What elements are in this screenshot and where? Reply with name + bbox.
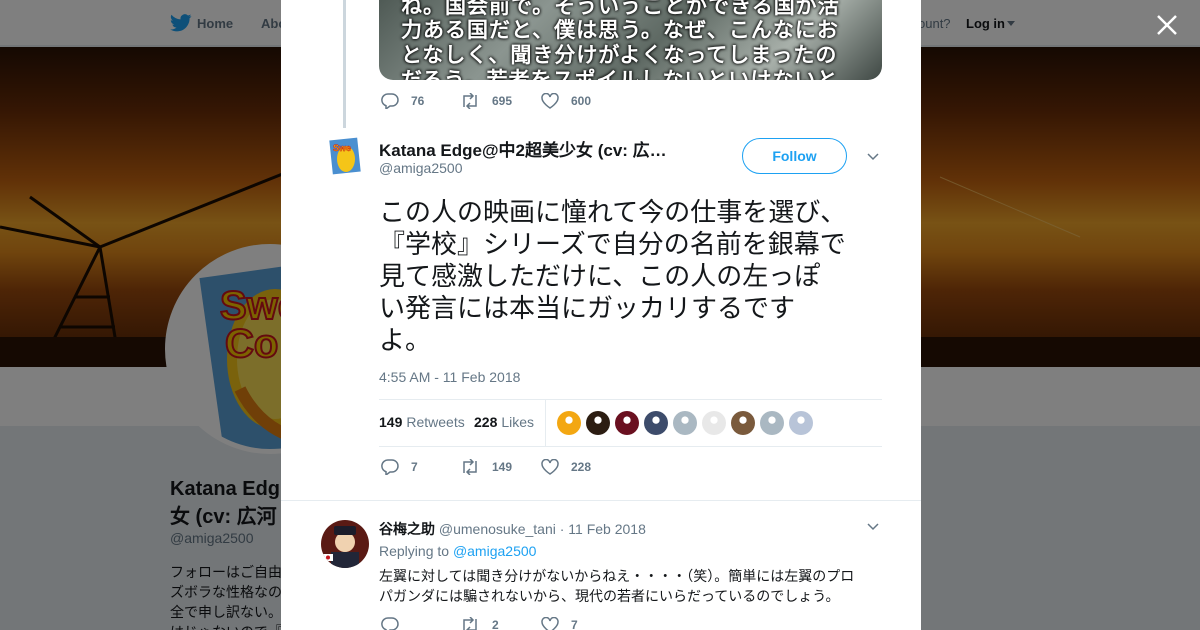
- image-caption-line: 力ある国だと、僕は思う。なぜ、こんなにお: [401, 19, 839, 42]
- tweet-text-line: この人の映画に憧れて今の仕事を選び、: [379, 197, 847, 227]
- stats-vertical-divider: [545, 400, 546, 446]
- liker-avatar[interactable]: [557, 411, 581, 435]
- author-handle[interactable]: @amiga2500: [379, 160, 463, 176]
- reply-author-name[interactable]: 谷梅之助: [379, 521, 435, 537]
- stats-divider: [379, 446, 882, 447]
- retweet-icon: [463, 459, 477, 475]
- reply-section-divider: [281, 500, 921, 501]
- image-caption-line: だろう。若者をスポイルしないといけないと: [401, 68, 838, 80]
- prev-like-button[interactable]: 600: [541, 93, 591, 109]
- liker-avatar[interactable]: [673, 411, 697, 435]
- previous-tweet-image[interactable]: ね。国会前で。そういうことができる国が活 力ある国だと、僕は思う。なぜ、こんなに…: [379, 0, 882, 80]
- tweet-text-line: い発言には本当にガッカリするです: [379, 293, 796, 323]
- retweets-stat-count: 149: [379, 414, 403, 430]
- follow-button[interactable]: Follow: [742, 138, 847, 174]
- like-count: 7: [571, 618, 578, 630]
- tweet-text: この人の映画に憧れて今の仕事を選び、 『学校』シリーズで自分の名前を銀幕で 見て…: [379, 196, 882, 356]
- retweet-button[interactable]: 149: [460, 459, 512, 475]
- reply-author-handle[interactable]: @umenosuke_tani: [439, 521, 556, 537]
- replying-to-line: Replying to @amiga2500: [379, 543, 536, 559]
- liker-avatar[interactable]: [644, 411, 668, 435]
- like-button[interactable]: 228: [541, 459, 591, 475]
- reply-reply-button[interactable]: [381, 617, 411, 630]
- heart-icon: [541, 93, 559, 109]
- likes-stat-label: Likes: [501, 414, 535, 430]
- retweets-stat-label: Retweets: [406, 414, 465, 430]
- stats-divider: [379, 399, 882, 400]
- image-caption-line: となしく、聞き分けがよくなってしまったの: [401, 44, 838, 67]
- reply-icon: [381, 93, 399, 109]
- chevron-down-icon[interactable]: [867, 521, 879, 533]
- svg-text:Swe: Swe: [333, 143, 351, 153]
- chevron-down-icon[interactable]: [867, 151, 879, 163]
- heart-icon: [541, 617, 559, 630]
- reply-button[interactable]: 7: [381, 459, 418, 475]
- retweet-icon: [463, 617, 477, 630]
- author-avatar[interactable]: Swe: [329, 137, 361, 175]
- liker-avatar[interactable]: [615, 411, 639, 435]
- likes-stat-count: 228: [474, 414, 498, 430]
- retweets-stat[interactable]: 149 Retweets: [379, 414, 465, 430]
- tweet-text-line: 見て感激しただけに、この人の左っぽ: [379, 261, 821, 291]
- retweet-count: 149: [492, 460, 513, 474]
- reply-icon: [381, 459, 399, 475]
- liker-avatar[interactable]: [731, 411, 755, 435]
- reply-date[interactable]: 11 Feb 2018: [568, 521, 646, 537]
- prev-retweet-button[interactable]: 695: [460, 93, 512, 109]
- reply-icon: [381, 617, 399, 630]
- retweet-count: 2: [492, 618, 499, 630]
- replying-to-prefix: Replying to: [379, 543, 450, 559]
- heart-icon: [541, 459, 559, 475]
- liker-avatar[interactable]: [789, 411, 813, 435]
- replying-to-link[interactable]: @amiga2500: [453, 543, 537, 559]
- image-caption-line: ね。国会前で。そういうことができる国が活: [401, 0, 840, 18]
- liker-avatar[interactable]: [586, 411, 610, 435]
- like-count: 600: [571, 94, 592, 108]
- retweet-icon: [463, 93, 477, 109]
- reply-count: 76: [411, 94, 425, 108]
- tweet-timestamp[interactable]: 4:55 AM - 11 Feb 2018: [379, 369, 520, 385]
- thread-connector-line: [343, 0, 346, 128]
- prev-reply-button[interactable]: 76: [381, 93, 424, 109]
- reply-header: 谷梅之助 @umenosuke_tani · 11 Feb 2018: [379, 521, 646, 537]
- reply-retweet-button[interactable]: 2: [460, 617, 499, 630]
- reply-count: 7: [411, 460, 418, 474]
- likes-stat[interactable]: 228 Likes: [474, 414, 534, 430]
- author-name[interactable]: Katana Edge@中2超美少女 (cv: 広…: [379, 136, 667, 161]
- liker-avatar[interactable]: [760, 411, 784, 435]
- reply-like-button[interactable]: 7: [541, 617, 578, 630]
- reply-text: 左翼に対しては聞き分けがないからねえ・・・・（笑）。簡単には左翼のプロ パガンダ…: [379, 566, 884, 606]
- reply-author-avatar[interactable]: [321, 520, 369, 568]
- tweet-text-line: 『学校』シリーズで自分の名前を銀幕で: [379, 229, 846, 259]
- tweet-text-line: よ。: [379, 325, 432, 355]
- reply-text-line: パガンダには騙されないから、現代の若者にいらだっているのでしょう。: [379, 588, 840, 604]
- tweet-modal: ね。国会前で。そういうことができる国が活 力ある国だと、僕は思う。なぜ、こんなに…: [281, 0, 921, 630]
- close-icon[interactable]: [1154, 12, 1180, 38]
- retweet-count: 695: [492, 94, 513, 108]
- liker-avatar[interactable]: [702, 411, 726, 435]
- reply-text-line: 左翼に対しては聞き分けがないからねえ・・・・（笑）。簡単には左翼のプロ: [379, 568, 855, 584]
- like-count: 228: [571, 460, 592, 474]
